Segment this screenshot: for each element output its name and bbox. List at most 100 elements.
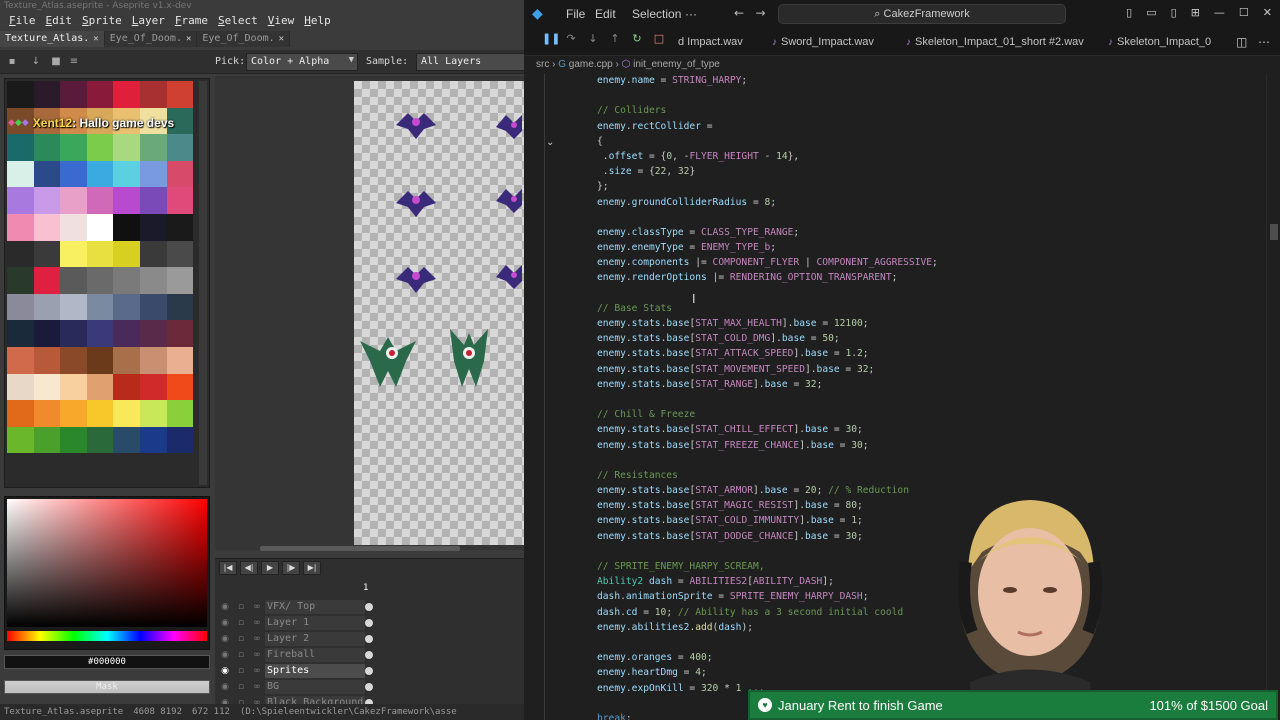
code-line[interactable] [597,88,938,103]
palette-swatch[interactable] [33,400,61,427]
palette-swatch[interactable] [33,81,61,108]
code-line[interactable]: enemy.stats.base[STAT_MAGIC_RESIST].base… [597,498,938,513]
menu-more[interactable]: ··· [685,7,697,21]
lock-icon[interactable]: ▫ [233,634,249,644]
sprite-canvas-area[interactable] [215,76,524,550]
palette-swatch[interactable] [86,160,114,188]
code-line[interactable]: enemy.enemyType = ENEMY_TYPE_b; [597,240,938,255]
forward-icon[interactable]: → [756,6,766,20]
lock-icon[interactable]: ▫ [233,666,249,676]
code-editor[interactable]: ⌄ enemy.name = STRING_HARPY;// Colliders… [524,74,1280,720]
layer-row[interactable]: ◉ ▫ ∞ Layer 1 [217,615,522,631]
palette-swatch[interactable] [60,373,87,401]
palette-swatch[interactable] [166,134,194,161]
ase-menu-sprite[interactable]: Sprite [77,12,127,30]
palette-swatch[interactable] [86,240,114,268]
palette-swatch[interactable] [86,320,114,347]
palette-swatch[interactable] [113,187,140,214]
close-icon[interactable]: ✕ [1263,6,1272,19]
palette-swatch[interactable] [33,213,61,241]
palette-swatch[interactable] [139,426,167,454]
palette-swatch[interactable] [60,426,87,454]
code-content[interactable]: enemy.name = STRING_HARPY;// Colliders en… [597,73,938,720]
save-icon[interactable]: ■ [48,55,64,69]
eye-icon[interactable]: ◉ [217,618,233,628]
layout-secondary-icon[interactable]: ▯ [1171,6,1177,19]
ase-file-tab[interactable]: Eye_Of_Doom. ✕ [197,31,291,47]
palette-swatch[interactable] [7,213,34,241]
palette-swatch[interactable] [166,160,194,188]
palette-swatch[interactable] [139,400,167,427]
palette-swatch[interactable] [113,426,140,454]
lock-icon[interactable]: ▫ [233,682,249,692]
code-line[interactable]: enemy.stats.base[STAT_RANGE].base = 32; [597,377,938,392]
palette-swatch[interactable] [166,293,194,321]
link-icon[interactable]: ∞ [249,618,265,628]
palette-swatch[interactable] [113,320,140,347]
palette-swatch[interactable] [166,346,194,374]
palette-swatch[interactable] [139,346,167,374]
palette-swatch[interactable] [33,426,61,454]
palette-swatch[interactable] [166,240,194,268]
code-line[interactable]: .offset = {0, -FLYER_HEIGHT - 14}, [597,149,938,164]
saturation-value-box[interactable] [7,499,207,627]
palette-swatch[interactable] [33,293,61,321]
ase-file-tab[interactable]: Texture_Atlas. ✕ [0,31,105,47]
play-icon[interactable]: ▶ [261,561,279,575]
code-line[interactable] [597,286,938,301]
palette-swatch[interactable] [166,213,194,241]
palette-swatch[interactable] [166,373,194,401]
lock-icon[interactable]: ▫ [233,602,249,612]
palette-swatch[interactable] [86,187,114,214]
palette-swatch[interactable] [33,373,61,401]
palette-swatch[interactable] [33,160,61,188]
palette-swatch[interactable] [113,267,140,294]
cel-dot[interactable] [365,635,373,643]
code-line[interactable]: enemy.classType = CLASS_TYPE_RANGE; [597,225,938,240]
code-line[interactable]: }; [597,179,938,194]
palette-swatch[interactable] [139,81,167,108]
mask-color-field[interactable]: Mask [4,680,210,694]
breadcrumb-file[interactable]: game.cpp [569,59,613,70]
ase-menu-file[interactable]: File [4,12,41,30]
palette-swatch[interactable] [166,400,194,427]
ase-file-tab[interactable]: Eye_Of_Doom. ✕ [104,31,198,47]
code-line[interactable]: enemy.abilities2.add(dash); [597,620,938,635]
breadcrumb-symbol[interactable]: init_enemy_of_type [633,59,720,70]
palette-swatch[interactable] [166,187,194,214]
back-icon[interactable]: ← [734,6,744,20]
palette-swatch[interactable] [86,346,114,374]
eye-icon[interactable]: ◉ [217,650,233,660]
palette-swatch[interactable] [7,400,34,427]
palette-swatch[interactable] [7,426,34,454]
layout-sidebar-icon[interactable]: ▯ [1126,6,1132,19]
palette-swatch[interactable] [60,267,87,294]
layer-row[interactable]: ◉ ▫ ∞ Sprites [217,663,522,679]
palette-swatch[interactable] [60,293,87,321]
minimize-icon[interactable]: — [1214,6,1225,19]
tab-skeleton-impact-short-wav[interactable]: ♪ Skeleton_Impact_01_short #2.wav [906,28,1084,56]
palette-swatch[interactable] [86,134,114,161]
code-line[interactable]: enemy.stats.base[STAT_DODGE_CHANCE].base… [597,529,938,544]
pick-select[interactable]: Color + Alpha ▼ [246,53,358,71]
palette-swatch[interactable] [86,400,114,427]
code-line[interactable]: // Colliders [597,103,938,118]
menu-icon[interactable]: ≡ [66,55,82,69]
code-line[interactable] [597,635,938,650]
code-line[interactable]: enemy.stats.base[STAT_COLD_IMMUNITY].bas… [597,513,938,528]
menu-selection[interactable]: Selection [632,7,681,21]
link-icon[interactable]: ∞ [249,602,265,612]
code-line[interactable] [597,210,938,225]
code-line[interactable]: enemy.components |= COMPONENT_FLYER | CO… [597,255,938,270]
code-line[interactable]: dash.cd = 10; // Ability has a 3 second … [597,605,938,620]
palette-swatch[interactable] [166,320,194,347]
fold-chevron-icon[interactable]: ⌄ [546,137,554,148]
palette-swatch[interactable] [113,373,140,401]
palette-swatch[interactable] [7,320,34,347]
eye-icon[interactable]: ◉ [217,634,233,644]
palette-swatch[interactable] [60,320,87,347]
code-line[interactable]: enemy.oranges = 400; [597,650,938,665]
tab-skeleton-impact-wav[interactable]: ♪ Skeleton_Impact_0 [1108,28,1211,56]
palette-swatch[interactable] [86,81,114,108]
code-line[interactable]: enemy.stats.base[STAT_MAX_HEALTH].base =… [597,316,938,331]
